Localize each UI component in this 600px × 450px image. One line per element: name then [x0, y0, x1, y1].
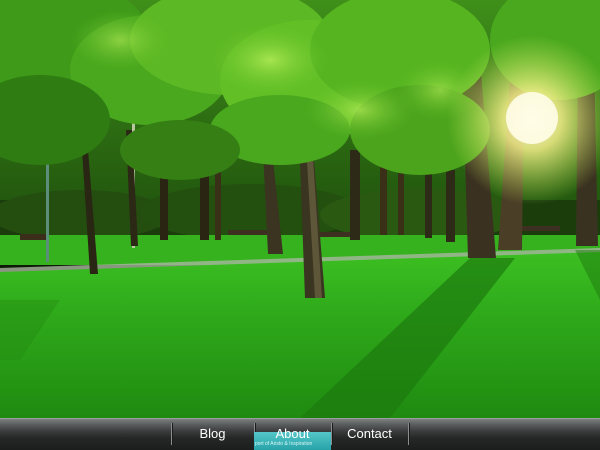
nav-item-label: Blog — [199, 426, 226, 441]
nav-item-label: About — [275, 426, 310, 441]
bottom-nav-bar: port of Aristo & Inspiration Blog About … — [0, 418, 600, 450]
nav-divider — [408, 423, 409, 445]
nav-item-contact[interactable]: Contact — [331, 419, 408, 450]
nav-active-caption: port of Aristo & Inspiration — [255, 441, 313, 447]
nav-item-label: Contact — [347, 426, 392, 441]
hero-park-image — [0, 0, 600, 418]
nav-item-blog[interactable]: Blog — [171, 419, 254, 450]
